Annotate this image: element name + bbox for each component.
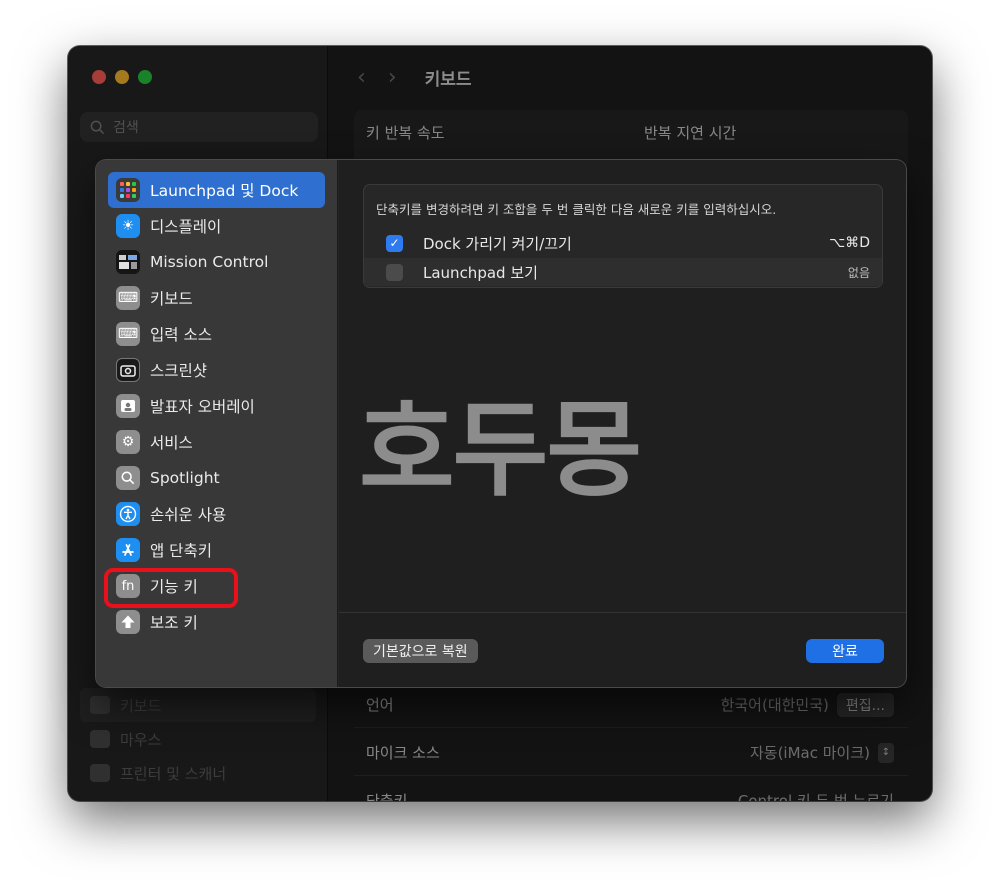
category-presenter-overlay[interactable]: 발표자 오버레이 bbox=[108, 388, 325, 424]
info-text: 단축키를 변경하려면 키 조합을 두 번 클릭한 다음 새로운 키를 입력하십시… bbox=[376, 202, 777, 217]
presenter-icon bbox=[116, 394, 140, 418]
category-label: 손쉬운 사용 bbox=[150, 506, 227, 524]
category-label: 앱 단축키 bbox=[150, 542, 212, 560]
category-label: 서비스 bbox=[150, 434, 193, 452]
shortcuts-sheet: Launchpad 및 Dock ☀ 디스플레이 Mission Control… bbox=[96, 160, 906, 687]
category-label: 보조 키 bbox=[150, 614, 198, 632]
done-button[interactable]: 완료 bbox=[806, 639, 884, 663]
launchpad-icon bbox=[116, 178, 140, 202]
app-store-icon bbox=[116, 538, 140, 562]
keyboard-icon: ⌨ bbox=[116, 322, 140, 346]
shortcut-list: 단축키를 변경하려면 키 조합을 두 번 클릭한 다음 새로운 키를 입력하십시… bbox=[363, 184, 883, 288]
shortcut-label: Launchpad 보기 bbox=[423, 263, 538, 282]
accessibility-icon bbox=[116, 502, 140, 526]
category-label: 디스플레이 bbox=[150, 218, 222, 236]
category-label: Mission Control bbox=[150, 253, 269, 271]
sun-icon: ☀ bbox=[116, 214, 140, 238]
category-services[interactable]: ⚙ 서비스 bbox=[108, 424, 325, 460]
shortcut-detail-pane: 단축키를 변경하려면 키 조합을 두 번 클릭한 다음 새로운 키를 입력하십시… bbox=[339, 160, 906, 687]
up-arrow-icon bbox=[116, 610, 140, 634]
shortcut-row-dock-hide[interactable]: ✓ Dock 가리기 켜기/끄기 ⌥⌘D bbox=[364, 229, 882, 257]
category-label: 키보드 bbox=[150, 290, 193, 308]
category-label: 스크린샷 bbox=[150, 362, 208, 380]
category-mission-control[interactable]: Mission Control bbox=[108, 244, 325, 280]
category-label: 입력 소스 bbox=[150, 326, 212, 344]
category-label: 발표자 오버레이 bbox=[150, 398, 255, 416]
category-modifier-keys[interactable]: 보조 키 bbox=[108, 604, 325, 640]
sheet-footer: 기본값으로 복원 완료 bbox=[339, 612, 906, 687]
category-display[interactable]: ☀ 디스플레이 bbox=[108, 208, 325, 244]
camera-icon bbox=[116, 358, 140, 382]
category-label: Launchpad 및 Dock bbox=[150, 182, 299, 200]
category-spotlight[interactable]: Spotlight bbox=[108, 460, 325, 496]
category-screenshots[interactable]: 스크린샷 bbox=[108, 352, 325, 388]
highlight-box bbox=[104, 568, 238, 608]
category-keyboard[interactable]: ⌨ 키보드 bbox=[108, 280, 325, 316]
watermark-text: 호두몽 bbox=[359, 389, 642, 511]
shortcut-category-list: Launchpad 및 Dock ☀ 디스플레이 Mission Control… bbox=[96, 160, 338, 687]
category-launchpad-dock[interactable]: Launchpad 및 Dock bbox=[108, 172, 325, 208]
category-input-sources[interactable]: ⌨ 입력 소스 bbox=[108, 316, 325, 352]
checkbox-unchecked[interactable] bbox=[386, 263, 403, 281]
shortcut-key[interactable]: ⌥⌘D bbox=[829, 235, 870, 251]
restore-defaults-button[interactable]: 기본값으로 복원 bbox=[363, 639, 478, 663]
magnifier-icon bbox=[116, 466, 140, 490]
category-label: Spotlight bbox=[150, 469, 220, 487]
gears-icon: ⚙ bbox=[116, 430, 140, 454]
shortcut-key[interactable]: 없음 bbox=[848, 264, 870, 281]
checkbox-checked[interactable]: ✓ bbox=[386, 234, 403, 252]
shortcut-row-launchpad[interactable]: Launchpad 보기 없음 bbox=[364, 258, 882, 286]
keyboard-icon: ⌨ bbox=[116, 286, 140, 310]
category-app-shortcuts[interactable]: 앱 단축키 bbox=[108, 532, 325, 568]
mission-control-icon bbox=[116, 250, 140, 274]
category-accessibility[interactable]: 손쉬운 사용 bbox=[108, 496, 325, 532]
shortcut-label: Dock 가리기 켜기/끄기 bbox=[423, 234, 572, 253]
